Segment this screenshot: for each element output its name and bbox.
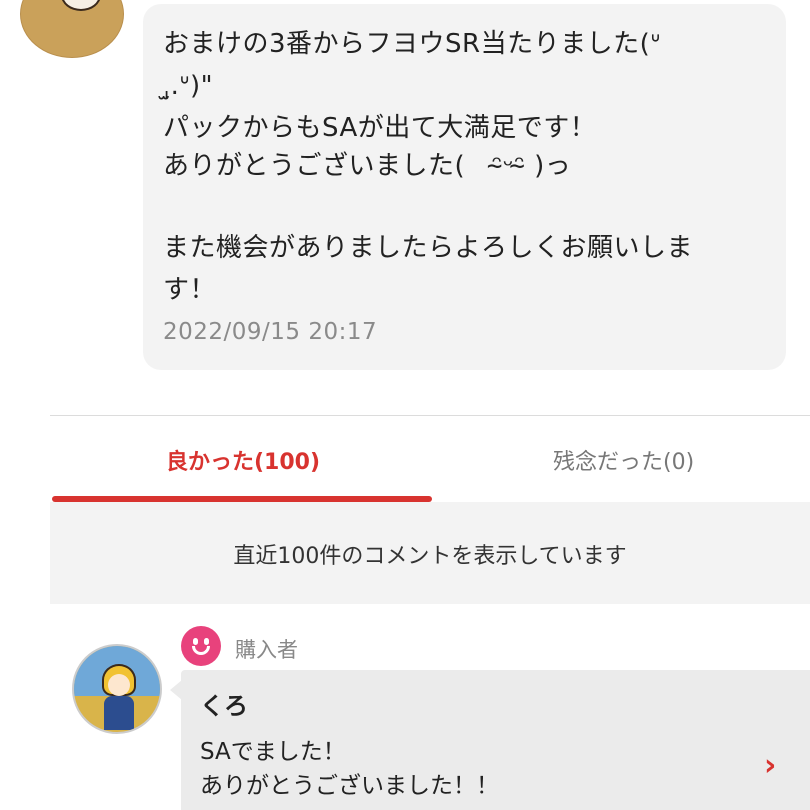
smiley-mouth [192, 646, 210, 655]
buyer-label: 購入者 [235, 638, 298, 662]
tab-good[interactable]: 良かった(100) [166, 444, 320, 476]
comment-text-line: SAでました！ [200, 739, 346, 765]
chevron-right-icon[interactable]: › [764, 748, 776, 783]
review-message-line: す！ [163, 275, 217, 305]
review-timestamp: 2022/09/15 20:17 [163, 319, 378, 345]
avatar-face [61, 0, 101, 11]
smiley-eye [193, 638, 198, 645]
commenter-name: くろ [200, 692, 248, 720]
commenter-avatar[interactable] [72, 644, 162, 734]
section-divider [50, 415, 810, 416]
review-message-line: おまけの3番からフヨウSR当たりました(ᐡ [163, 29, 661, 59]
review-message-line: パックからもSAが出て大満足です！ [163, 113, 597, 143]
smiley-eye [204, 638, 209, 645]
reviewer-avatar[interactable] [20, 0, 124, 58]
comment-text-line: ありがとうございました！！ [200, 773, 499, 799]
review-message-line: ありがとうございました( ᵔ̴ᵕᵔ̴ )っ [163, 151, 572, 181]
review-message-line: ˌ̫.ᐡ)" [163, 71, 214, 101]
avatar-body [104, 696, 134, 730]
smiley-face-icon [181, 626, 221, 666]
review-message-line: また機会がありましたらよろしくお願いしま [163, 233, 694, 263]
avatar-head [108, 674, 130, 696]
notice-text: 直近100件のコメントを表示しています [233, 544, 627, 569]
comments-notice: 直近100件のコメントを表示しています [50, 502, 810, 604]
tab-bad[interactable]: 残念だった(0) [553, 444, 694, 476]
